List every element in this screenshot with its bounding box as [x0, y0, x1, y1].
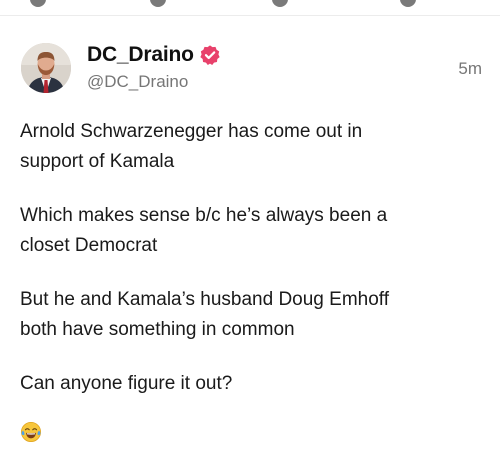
face-with-tears-of-joy-icon [21, 422, 41, 442]
verified-badge-icon [200, 45, 220, 65]
post-paragraph: Can anyone figure it out? [20, 373, 233, 394]
avatar[interactable] [21, 43, 71, 93]
top-icon[interactable] [400, 0, 416, 7]
author-name-row: DC_Draino [87, 42, 221, 68]
screenshot: DC_Draino @DC_Draino 5m Arnold Schwarzen… [0, 0, 500, 473]
post-paragraph: Which makes sense b/c he’s always been a… [20, 205, 388, 256]
post-paragraph: But he and Kamala’s husband Doug Emhoff … [20, 289, 389, 340]
post-body: Arnold Schwarzenegger has come out in su… [20, 117, 490, 443]
top-icon[interactable] [272, 0, 288, 7]
profile-photo-icon [21, 43, 71, 93]
post-paragraph: Arnold Schwarzenegger has come out in su… [20, 121, 363, 172]
top-action-bar [0, 0, 500, 16]
top-icon[interactable] [150, 0, 166, 7]
post-timestamp[interactable]: 5m [458, 58, 482, 80]
author-handle[interactable]: @DC_Draino [87, 71, 188, 93]
top-icon[interactable] [30, 0, 46, 7]
display-name[interactable]: DC_Draino [87, 42, 194, 68]
